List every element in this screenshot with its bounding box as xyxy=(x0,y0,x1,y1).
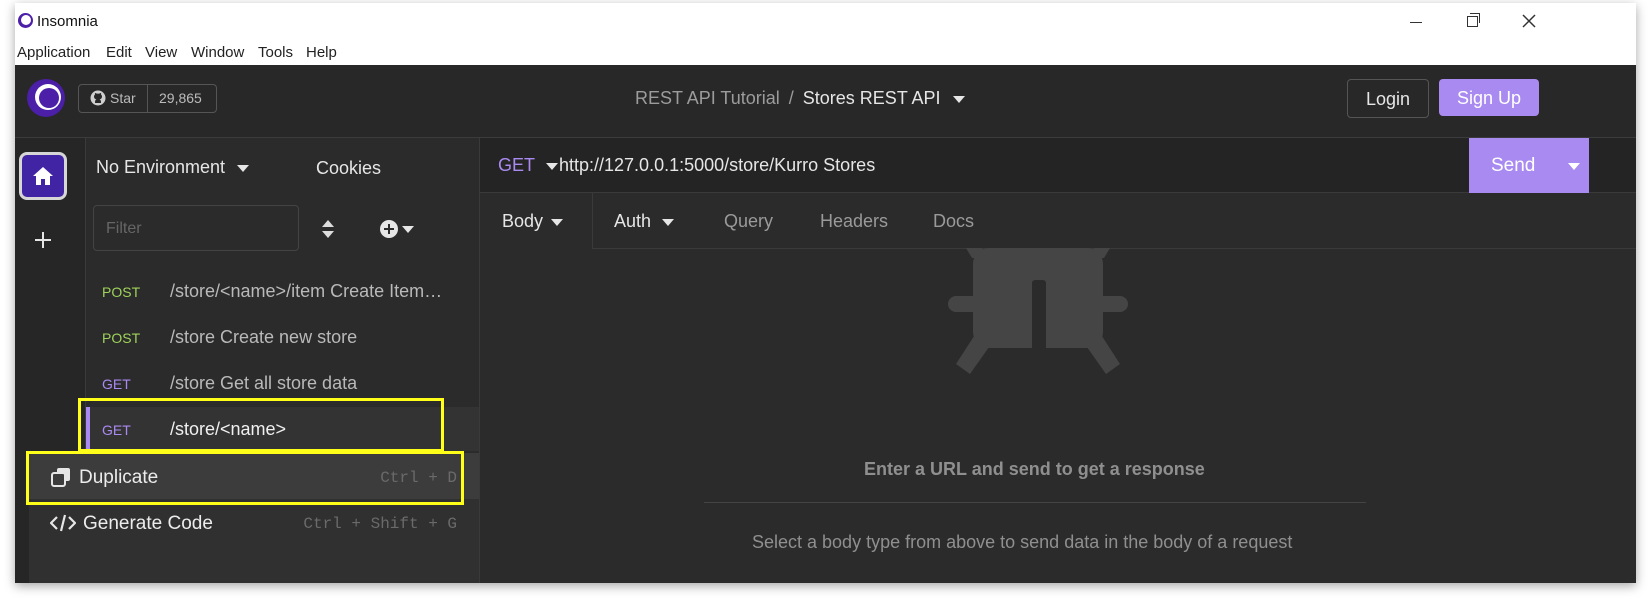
minimize-button[interactable] xyxy=(1397,7,1437,35)
code-icon xyxy=(50,514,76,532)
method-selector[interactable]: GET xyxy=(498,155,559,176)
generate-code-menu-item[interactable]: Generate Code Ctrl + Shift + G xyxy=(29,499,479,545)
github-star-widget[interactable]: Star 29,865 xyxy=(78,84,217,113)
method-label: GET xyxy=(498,155,536,175)
github-star-count: 29,865 xyxy=(159,90,202,106)
request-label: /store/<name>/item Create Item… xyxy=(170,281,443,301)
breadcrumb-project[interactable]: REST API Tutorial xyxy=(635,88,780,108)
environment-selector[interactable]: No Environment xyxy=(96,157,250,178)
menu-bar: Application Edit View Window Tools Help xyxy=(15,37,1636,65)
chevron-down-icon xyxy=(236,165,249,172)
send-label: Send xyxy=(1491,155,1536,176)
insomnia-home-logo-icon[interactable] xyxy=(27,79,65,117)
send-button[interactable]: Send xyxy=(1469,138,1589,193)
chevron-down-icon xyxy=(662,219,674,226)
tab-docs[interactable]: Docs xyxy=(933,211,974,232)
insomnia-window: Insomnia Application Edit View Window To… xyxy=(15,3,1636,583)
highlight-box xyxy=(78,398,444,452)
response-hint-title: Enter a URL and send to get a response xyxy=(864,459,1205,479)
bug-icon xyxy=(948,248,1128,374)
home-button[interactable] xyxy=(19,152,67,200)
insomnia-logo-icon xyxy=(18,13,33,28)
sort-icon xyxy=(322,220,334,238)
menu-help[interactable]: Help xyxy=(306,44,337,61)
restore-button[interactable] xyxy=(1453,7,1493,35)
menu-window[interactable]: Window xyxy=(191,44,244,61)
response-hint-body: Select a body type from above to send da… xyxy=(752,532,1293,552)
github-star-label: Star xyxy=(110,90,136,106)
method-badge: GET xyxy=(102,376,131,392)
environment-label: No Environment xyxy=(96,157,226,177)
signup-label: Sign Up xyxy=(1456,88,1522,108)
url-bar: GET http://127.0.0.1:5000/store/Kurro St… xyxy=(480,138,1636,193)
breadcrumb: REST API Tutorial / Stores REST API xyxy=(635,88,966,109)
tab-auth[interactable]: Auth xyxy=(614,193,704,248)
plus-icon xyxy=(35,232,51,248)
chevron-down-icon xyxy=(551,219,563,226)
request-item[interactable]: POST /store Create new store xyxy=(86,315,479,359)
menu-tools[interactable]: Tools xyxy=(258,44,293,61)
filter-input[interactable]: Filter xyxy=(93,205,299,251)
method-badge: POST xyxy=(102,330,141,346)
divider xyxy=(704,502,1366,503)
chevron-down-icon[interactable] xyxy=(1567,161,1581,171)
login-button[interactable]: Login xyxy=(1347,79,1429,118)
tab-body-label: Body xyxy=(502,211,544,231)
method-badge: POST xyxy=(102,284,141,300)
menu-edit[interactable]: Edit xyxy=(106,44,132,61)
highlight-box xyxy=(26,451,464,505)
chevron-down-icon[interactable] xyxy=(952,94,966,104)
tab-auth-label: Auth xyxy=(614,211,652,231)
add-request-button[interactable] xyxy=(379,218,419,240)
tab-headers[interactable]: Headers xyxy=(820,211,888,232)
menu-application[interactable]: Application xyxy=(17,44,90,61)
request-label: /store Create new store xyxy=(170,327,358,347)
generate-code-shortcut: Ctrl + Shift + G xyxy=(303,515,457,533)
signup-button[interactable]: Sign Up xyxy=(1439,79,1539,116)
sort-button[interactable] xyxy=(318,217,338,241)
home-icon xyxy=(33,167,53,185)
chevron-down-icon xyxy=(546,163,559,170)
request-tabs: Body Auth Query Headers Docs xyxy=(480,193,1636,249)
tab-query[interactable]: Query xyxy=(724,211,773,232)
github-icon xyxy=(90,90,106,106)
close-button[interactable] xyxy=(1509,7,1549,35)
title-bar: Insomnia xyxy=(15,3,1636,37)
breadcrumb-separator: / xyxy=(788,88,794,108)
add-workspace-button[interactable] xyxy=(33,230,53,250)
filter-placeholder: Filter xyxy=(106,220,142,237)
menu-view[interactable]: View xyxy=(145,44,177,61)
url-input[interactable]: http://127.0.0.1:5000/store/Kurro Stores xyxy=(559,155,875,176)
generate-code-label: Generate Code xyxy=(83,513,213,534)
close-icon xyxy=(1522,14,1536,28)
app-body: Star 29,865 REST API Tutorial / Stores R… xyxy=(15,65,1636,583)
window-title: Insomnia xyxy=(37,13,98,30)
breadcrumb-collection[interactable]: Stores REST API xyxy=(803,88,941,108)
login-label: Login xyxy=(1365,89,1411,109)
add-circle-icon xyxy=(380,220,414,238)
cookies-button[interactable]: Cookies xyxy=(316,158,381,179)
request-item[interactable]: POST /store/<name>/item Create Item… xyxy=(86,269,479,313)
tab-body[interactable]: Body xyxy=(480,193,593,249)
request-panel: GET http://127.0.0.1:5000/store/Kurro St… xyxy=(480,138,1636,583)
request-label: /store Get all store data xyxy=(170,373,358,393)
top-bar: Star 29,865 REST API Tutorial / Stores R… xyxy=(15,65,1636,138)
